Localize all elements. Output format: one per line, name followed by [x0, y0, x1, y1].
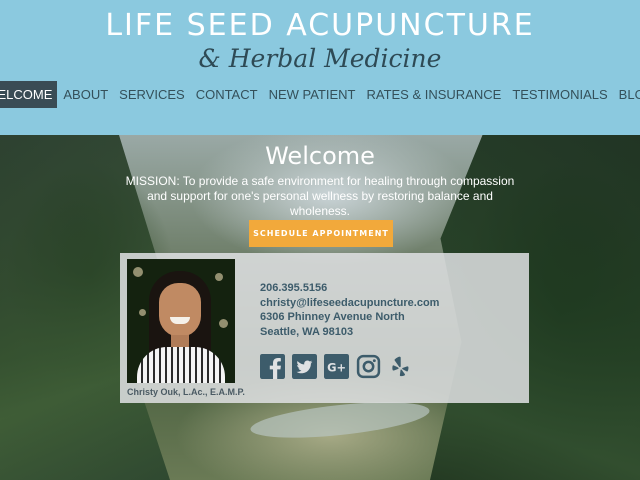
contact-card: Christy Ouk, L.Ac., E.A.M.P. 206.395.515… — [120, 253, 529, 403]
nav-item-blog[interactable]: BLOG — [614, 81, 640, 108]
nav-item-contact[interactable]: CONTACT — [191, 81, 263, 108]
main-nav: WELCOME ABOUT SERVICES CONTACT NEW PATIE… — [0, 81, 640, 108]
welcome-heading: Welcome — [265, 142, 375, 170]
facebook-icon[interactable] — [260, 354, 285, 379]
email-link[interactable]: christy@lifeseedacupuncture.com — [260, 296, 439, 311]
phone-link[interactable]: 206.395.5156 — [260, 281, 439, 296]
schedule-appointment-button[interactable]: SCHEDULE APPOINTMENT — [249, 220, 393, 247]
contact-info: 206.395.5156 christy@lifeseedacupuncture… — [260, 281, 439, 339]
google-plus-icon[interactable]: G+ — [324, 354, 349, 379]
yelp-icon[interactable] — [388, 354, 413, 379]
mission-statement: MISSION: To provide a safe environment f… — [125, 174, 515, 218]
address-line-1: 6306 Phinney Avenue North — [260, 311, 405, 323]
nav-item-services[interactable]: SERVICES — [114, 81, 190, 108]
site-title[interactable]: LIFE SEED ACUPUNCTURE — [0, 8, 640, 43]
social-links: G+ — [260, 354, 413, 379]
site-header: LIFE SEED ACUPUNCTURE & Herbal Medicine … — [0, 0, 640, 135]
nav-item-testimonials[interactable]: TESTIMONIALS — [507, 81, 612, 108]
photo-caption: Christy Ouk, L.Ac., E.A.M.P. — [127, 387, 245, 397]
nav-item-welcome[interactable]: WELCOME — [0, 81, 58, 108]
twitter-icon[interactable] — [292, 354, 317, 379]
nav-item-new-patient[interactable]: NEW PATIENT — [264, 81, 361, 108]
instagram-icon[interactable] — [356, 354, 381, 379]
practitioner-photo — [127, 259, 235, 383]
svg-text:G+: G+ — [327, 361, 346, 375]
address-line-2: Seattle, WA 98103 — [260, 325, 354, 338]
nav-item-about[interactable]: ABOUT — [58, 81, 113, 108]
site-subtitle: & Herbal Medicine — [198, 44, 442, 73]
nav-item-rates-insurance[interactable]: RATES & INSURANCE — [361, 81, 506, 108]
